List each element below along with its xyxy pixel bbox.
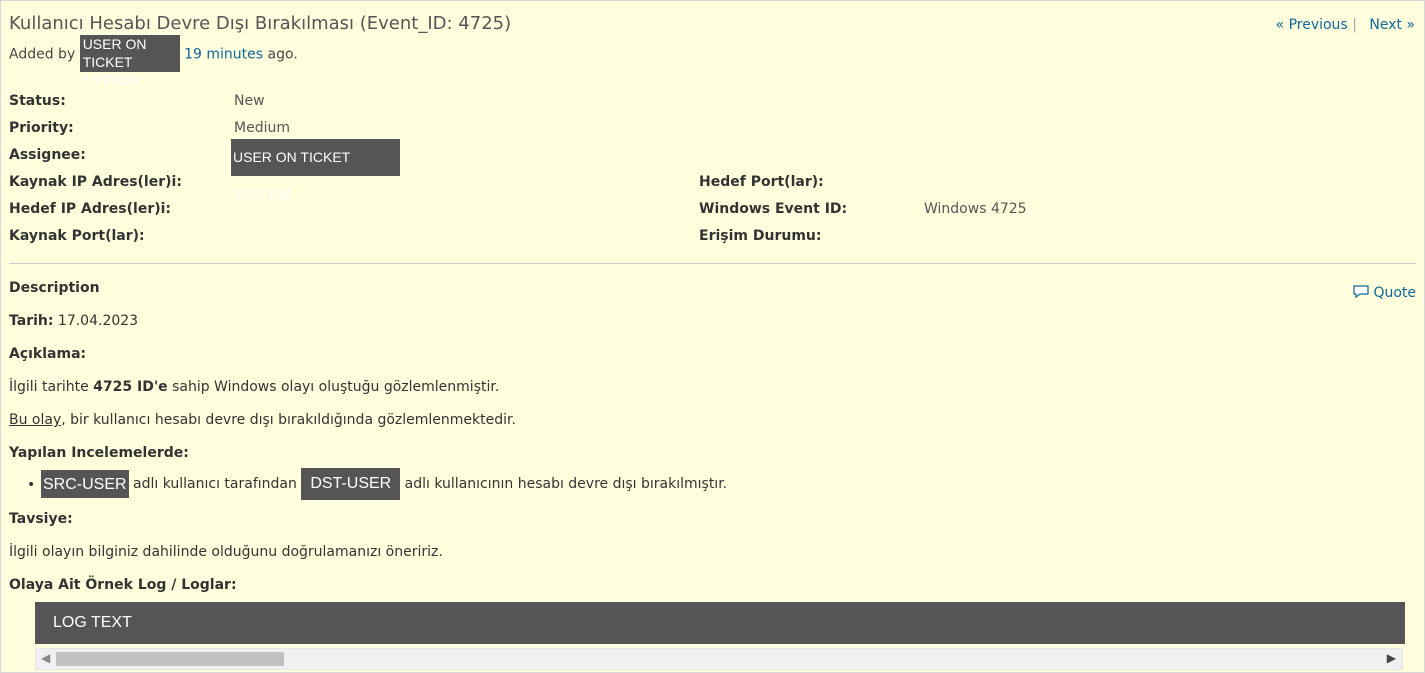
finding-item: • SRC-USER adlı kullanıcı tarafından DST-… bbox=[27, 468, 728, 500]
finding-mid: adlı kullanıcı tarafından bbox=[128, 476, 302, 492]
findings-label: Yapılan Incelemelerde: bbox=[9, 445, 189, 461]
dst-ip-label: Hedef IP Adres(ler)i: bbox=[9, 201, 172, 217]
dst-port-label: Hedef Port(lar): bbox=[699, 174, 824, 190]
line2-post: , bir kullanıcı hesabı devre dışı bırakı… bbox=[61, 412, 516, 428]
src-user-redacted[interactable]: SRC-USER bbox=[41, 470, 129, 498]
explanation-line1: İlgili tarihte 4725 ID'e sahip Windows o… bbox=[9, 379, 499, 395]
comment-icon bbox=[1353, 285, 1370, 299]
finding-end: adlı kullanıcının hesabı devre dışı bıra… bbox=[400, 476, 728, 492]
previous-link[interactable]: « Previous bbox=[1276, 17, 1348, 33]
scrollbar-thumb[interactable] bbox=[56, 652, 284, 666]
issue-panel: Kullanıcı Hesabı Devre Dışı Bırakılması … bbox=[0, 0, 1425, 673]
src-port-label: Kaynak Port(lar): bbox=[9, 228, 145, 244]
bullet: • bbox=[27, 477, 36, 493]
assignee-label: Assignee: bbox=[9, 147, 86, 163]
quote-button[interactable]: Quote bbox=[1353, 285, 1416, 301]
event-id-label: Windows Event ID: bbox=[699, 201, 848, 217]
line2-link[interactable]: Bu olay bbox=[9, 412, 61, 428]
line1-post: sahip Windows olayı oluştuğu gözlemlenmi… bbox=[167, 379, 500, 395]
dst-user-redacted[interactable]: DST-USER bbox=[301, 468, 401, 500]
horizontal-scrollbar[interactable]: ◀ ▶ bbox=[35, 648, 1403, 670]
line1-bold: 4725 ID'e bbox=[93, 379, 168, 395]
author-prefix: Added by bbox=[9, 46, 76, 63]
access-label: Erişim Durumu: bbox=[699, 228, 822, 244]
author-suffix: ago. bbox=[267, 46, 298, 63]
author-user-line2: TICKET SYSTEM bbox=[82, 54, 141, 88]
priority-value: Medium bbox=[234, 120, 290, 136]
line1-pre: İlgili tarihte bbox=[9, 379, 94, 395]
log-text: LOG TEXT bbox=[53, 614, 132, 631]
explanation-label: Açıklama: bbox=[9, 346, 87, 362]
status-label: Status: bbox=[9, 93, 66, 109]
divider bbox=[9, 263, 1416, 264]
date-line: Tarih: 17.04.2023 bbox=[9, 313, 138, 329]
explanation-line2: Bu olay, bir kullanıcı hesabı devre dışı… bbox=[9, 412, 516, 428]
author-user-redacted[interactable]: USER ON TICKET SYSTEM bbox=[79, 35, 180, 88]
event-id-value: Windows 4725 bbox=[924, 201, 1027, 217]
author-line: Added by USER ON TICKET SYSTEM 19 minutes… bbox=[9, 35, 298, 88]
pager: « Previous | Next » bbox=[1276, 17, 1415, 33]
issue-title: Kullanıcı Hesabı Devre Dışı Bırakılması … bbox=[9, 13, 512, 34]
advice-text: İlgili olayın bilginiz dahilinde olduğun… bbox=[9, 544, 443, 560]
scroll-left-icon[interactable]: ◀ bbox=[41, 651, 50, 665]
next-link[interactable]: Next » bbox=[1369, 17, 1415, 33]
log-label: Olaya Ait Örnek Log / Loglar: bbox=[9, 577, 237, 593]
author-user-line1: USER ON bbox=[82, 36, 147, 52]
src-ip-label: Kaynak IP Adres(ler)i: bbox=[9, 174, 182, 190]
priority-label: Priority: bbox=[9, 120, 74, 136]
status-value: New bbox=[234, 93, 265, 109]
time-link[interactable]: 19 minutes bbox=[184, 47, 263, 63]
date-value: 17.04.2023 bbox=[57, 313, 139, 329]
log-code-block: LOG TEXT bbox=[35, 602, 1405, 644]
quote-label: Quote bbox=[1373, 285, 1416, 301]
pager-separator: | bbox=[1352, 17, 1357, 33]
advice-label: Tavsiye: bbox=[9, 511, 73, 527]
assignee-redacted[interactable]: USER ON TICKET SYSTEM bbox=[231, 139, 400, 202]
description-heading: Description bbox=[9, 280, 100, 296]
date-label: Tarih: bbox=[9, 313, 54, 329]
scroll-right-icon[interactable]: ▶ bbox=[1387, 651, 1396, 665]
